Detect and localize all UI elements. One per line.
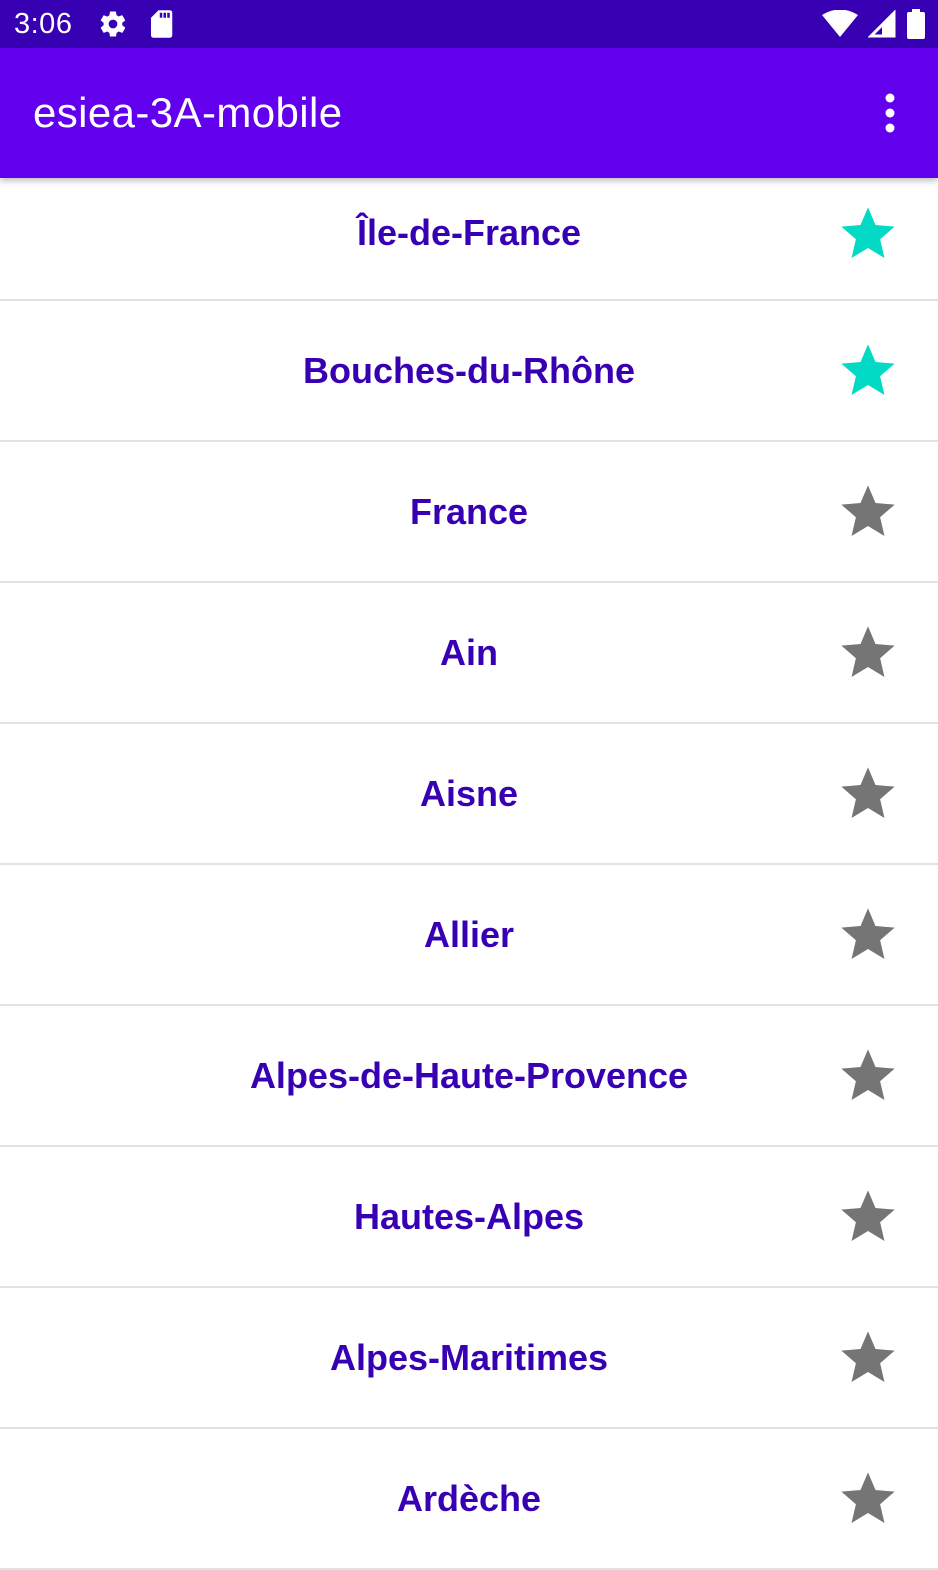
- region-name: Allier: [423, 913, 515, 955]
- star-icon: [841, 1471, 895, 1523]
- favorite-button[interactable]: [836, 1326, 900, 1390]
- list-item[interactable]: Hautes-Alpes: [0, 1147, 938, 1288]
- list-item[interactable]: France: [0, 442, 938, 583]
- status-bar: 3:06: [0, 0, 938, 48]
- region-name: Aisne: [419, 772, 519, 814]
- list-item[interactable]: Ain: [0, 583, 938, 724]
- region-list: Île-de-France Bouches-du-Rhône France Ain Ai…: [0, 178, 938, 1570]
- region-name: Ardèche: [396, 1477, 542, 1519]
- list-item[interactable]: Île-de-France: [0, 178, 938, 301]
- favorite-button[interactable]: [836, 202, 900, 266]
- favorite-button[interactable]: [836, 762, 900, 826]
- region-name: Île-de-France: [356, 212, 582, 253]
- star-icon: [841, 484, 895, 536]
- app-title: esiea-3A-mobile: [33, 89, 343, 136]
- favorite-button[interactable]: [836, 339, 900, 403]
- status-left: 3:06: [14, 8, 174, 41]
- overflow-menu-button[interactable]: [872, 83, 908, 143]
- sd-card-icon: [148, 9, 174, 39]
- favorite-button[interactable]: [836, 903, 900, 967]
- favorite-button[interactable]: [836, 1185, 900, 1249]
- star-icon: [841, 343, 895, 395]
- list-item[interactable]: Allier: [0, 865, 938, 1006]
- list-item[interactable]: Alpes-Maritimes: [0, 1288, 938, 1429]
- favorite-button[interactable]: [836, 480, 900, 544]
- star-icon: [841, 1189, 895, 1241]
- status-system-icons: [822, 9, 926, 39]
- wifi-icon: [822, 10, 858, 38]
- list-item[interactable]: Aisne: [0, 724, 938, 865]
- app-bar: esiea-3A-mobile: [0, 48, 938, 178]
- region-name: Hautes-Alpes: [353, 1195, 585, 1237]
- signal-icon: [868, 10, 896, 38]
- status-notification-icons: [98, 9, 174, 39]
- region-name: Bouches-du-Rhône: [303, 349, 635, 391]
- list-item[interactable]: Ardèche: [0, 1429, 938, 1570]
- gear-icon: [98, 9, 128, 39]
- favorite-button[interactable]: [836, 1467, 900, 1531]
- list-item[interactable]: Bouches-du-Rhône: [0, 301, 938, 442]
- favorite-button[interactable]: [836, 1044, 900, 1108]
- more-vert-icon: [885, 93, 895, 133]
- list-item[interactable]: Alpes-de-Haute-Provence: [0, 1006, 938, 1147]
- star-icon: [841, 625, 895, 677]
- status-time: 3:06: [14, 7, 73, 40]
- region-name: Alpes-Maritimes: [329, 1336, 609, 1378]
- region-name: France: [409, 490, 529, 532]
- favorite-button[interactable]: [836, 621, 900, 685]
- star-icon: [841, 207, 895, 258]
- star-icon: [841, 1330, 895, 1382]
- star-icon: [841, 907, 895, 959]
- star-icon: [841, 766, 895, 818]
- battery-icon: [906, 9, 926, 39]
- region-name: Ain: [440, 631, 498, 673]
- star-icon: [841, 1048, 895, 1100]
- region-name: Alpes-de-Haute-Provence: [249, 1054, 689, 1096]
